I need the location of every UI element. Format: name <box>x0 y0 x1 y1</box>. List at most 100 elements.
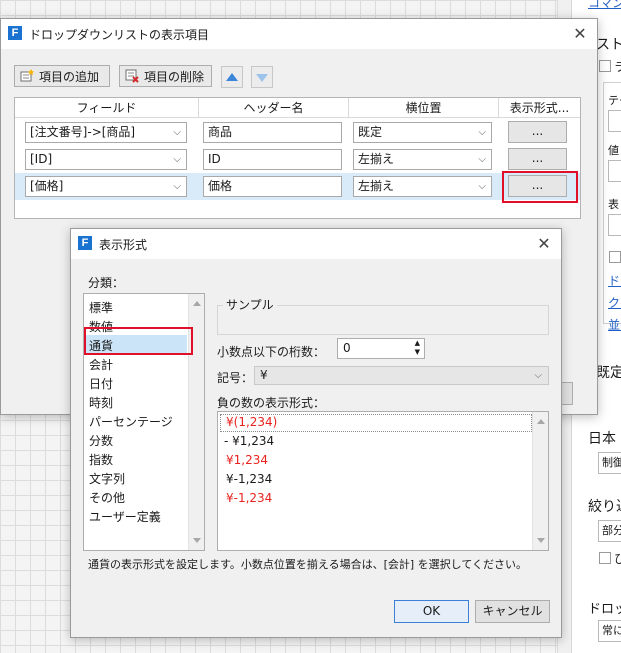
column-header-align[interactable]: 横位置 <box>349 98 499 118</box>
field-select[interactable]: [注文番号]->[商品] ⌵ <box>25 122 187 143</box>
chevron-down-icon: ⌵ <box>173 127 181 138</box>
dialog-title: ドロップダウンリストの表示項目 <box>29 28 210 42</box>
value-label: 値 <box>608 144 619 157</box>
add-item-label: 項目の追加 <box>39 70 100 84</box>
format-dialog: F 表示形式 ✕ 分類： 標準 数値 通貨 会計 日付 時刻 パーセンテージ 分… <box>70 228 562 638</box>
list-item[interactable]: パーセンテージ <box>89 413 173 430</box>
format-dialog-title: 表示形式 <box>99 238 148 252</box>
control-field[interactable]: 制御 <box>598 452 621 474</box>
dropdown-label: ドロッ <box>588 602 621 617</box>
add-item-button[interactable]: 項目の追加 <box>14 65 110 87</box>
list-item[interactable]: 時刻 <box>89 394 113 411</box>
align-value: 左揃え <box>358 152 395 166</box>
add-item-icon <box>20 69 34 82</box>
field-value: [ID] <box>30 152 53 166</box>
filter-field[interactable]: 部分 <box>598 520 621 542</box>
move-down-button[interactable] <box>251 66 273 88</box>
panel-check-label: ラ <box>614 58 621 75</box>
filter-check-label: ひ <box>614 550 621 567</box>
negative-format-label: 負の数の表示形式： <box>217 396 326 410</box>
list-item[interactable]: ユーザー定義 <box>89 508 161 525</box>
field-value: [注文番号]->[商品] <box>30 125 136 139</box>
negative-format-scrollbar[interactable] <box>532 412 548 550</box>
category-label: 分類： <box>88 276 125 290</box>
chevron-down-icon: ⌵ <box>173 181 181 192</box>
panel-checkbox-2[interactable] <box>609 251 621 263</box>
symbol-select[interactable]: ¥ ⌵ <box>254 366 549 385</box>
format-titlebar: F 表示形式 ✕ <box>71 229 561 259</box>
panel-checkbox-1[interactable] <box>599 60 611 72</box>
format-button[interactable]: ... <box>508 121 567 143</box>
align-select[interactable]: 既定 ⌵ <box>353 122 492 143</box>
list-item[interactable]: その他 <box>89 489 125 506</box>
dropdown-link[interactable]: ドロ <box>608 272 621 289</box>
list-item-selected[interactable]: ¥(1,234) <box>226 415 277 429</box>
filter-label: 絞り込 <box>588 499 621 515</box>
cancel-button[interactable]: キャンセル <box>475 600 550 623</box>
sample-label: サンプル <box>223 296 277 313</box>
highlight-currency <box>84 327 193 355</box>
spin-icon[interactable]: ▲ ▼ <box>415 339 420 357</box>
header-name-input[interactable]: 商品 <box>203 122 342 143</box>
close-icon[interactable]: ✕ <box>527 229 561 259</box>
list-item[interactable]: 指数 <box>89 451 113 468</box>
ok-button[interactable]: OK <box>394 600 469 623</box>
scroll-down-icon <box>537 538 545 543</box>
app-icon: F <box>78 236 92 250</box>
list-item[interactable]: 分数 <box>89 432 113 449</box>
highlight-format-button <box>502 171 578 203</box>
list-item[interactable]: - ¥1,234 <box>224 434 274 448</box>
delete-item-icon <box>125 69 139 83</box>
command-link[interactable]: コマン <box>588 0 621 11</box>
scroll-up-icon <box>537 419 545 424</box>
field-select[interactable]: [ID] ⌵ <box>25 149 187 170</box>
list-item[interactable]: 会計 <box>89 356 113 373</box>
align-select[interactable]: 左揃え ⌵ <box>353 176 492 197</box>
decimal-stepper[interactable]: 0 ▲ ▼ <box>337 338 425 359</box>
arrow-up-icon <box>226 73 238 81</box>
value-field[interactable] <box>608 160 621 182</box>
list-item[interactable]: 標準 <box>89 299 113 316</box>
close-icon[interactable]: ✕ <box>563 19 597 49</box>
format-button[interactable]: ... <box>508 148 567 170</box>
fields-grid: フィールド ヘッダー名 横位置 表示形式... [注文番号]->[商品] ⌵ 商品… <box>14 97 581 219</box>
column-header-name[interactable]: ヘッダー名 <box>199 98 349 118</box>
column-header-field[interactable]: フィールド <box>15 98 199 118</box>
filter-checkbox[interactable] <box>599 552 611 564</box>
scroll-up-icon <box>193 301 201 306</box>
scroll-down-icon <box>193 538 201 543</box>
chevron-down-icon: ⌵ <box>478 181 486 192</box>
header-name-input[interactable]: 価格 <box>203 176 342 197</box>
delete-item-button[interactable]: 項目の削除 <box>119 65 212 87</box>
header-name-input[interactable]: ID <box>203 149 342 170</box>
query-link[interactable]: クエ <box>608 294 621 311</box>
sort-link[interactable]: 並べ <box>608 316 621 333</box>
field-select[interactable]: [価格] ⌵ <box>25 176 187 197</box>
chevron-down-icon: ⌵ <box>478 127 486 138</box>
decimal-value: 0 <box>343 341 351 355</box>
dialog-titlebar: F ドロップダウンリストの表示項目 ✕ <box>1 19 597 49</box>
move-up-button[interactable] <box>221 66 243 88</box>
list-item[interactable]: 日付 <box>89 375 113 392</box>
japanese-label: 日本 <box>588 431 616 447</box>
list-item[interactable]: ¥1,234 <box>226 453 268 467</box>
table-field[interactable] <box>608 110 621 132</box>
chevron-down-icon: ⌵ <box>478 154 486 165</box>
list-item[interactable]: ¥-1,234 <box>226 472 272 486</box>
table-row[interactable]: [ID] ⌵ ID 左揃え ⌵ ... <box>15 146 580 173</box>
display-field[interactable] <box>608 214 621 236</box>
app-icon: F <box>8 26 22 40</box>
negative-format-list[interactable]: ¥(1,234) - ¥1,234 ¥1,234 ¥-1,234 ¥-1,234 <box>217 411 549 551</box>
align-select[interactable]: 左揃え ⌵ <box>353 149 492 170</box>
arrow-down-icon <box>256 74 268 82</box>
list-item[interactable]: 文字列 <box>89 470 125 487</box>
align-value: 左揃え <box>358 179 395 193</box>
field-value: [価格] <box>30 179 64 193</box>
column-header-format[interactable]: 表示形式... <box>499 98 580 118</box>
table-row[interactable]: [注文番号]->[商品] ⌵ 商品 既定 ⌵ ... <box>15 119 580 146</box>
list-item[interactable]: ¥-1,234 <box>226 491 272 505</box>
display-label: 表 <box>608 198 619 211</box>
table-row-selected[interactable]: [価格] ⌵ 価格 左揃え ⌵ ... <box>15 173 580 200</box>
table-label: テー <box>608 94 621 107</box>
dropdown-field[interactable]: 常に <box>598 620 621 642</box>
